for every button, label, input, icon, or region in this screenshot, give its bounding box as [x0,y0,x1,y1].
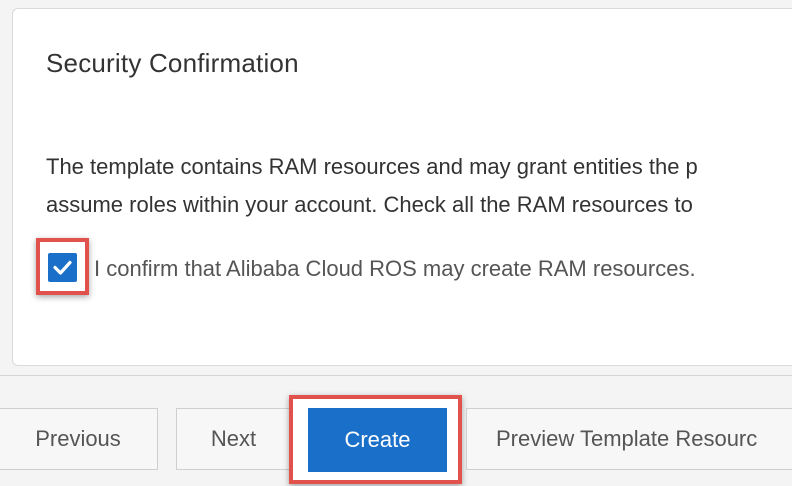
preview-template-resources-button[interactable]: Preview Template Resourc [466,408,792,470]
security-description: The template contains RAM resources and … [46,148,792,224]
previous-button[interactable]: Previous [0,408,158,470]
footer-divider [0,375,792,376]
confirm-checkbox[interactable] [48,253,77,282]
create-button-highlight: Create [289,395,462,484]
description-line-2: assume roles within your account. Check … [46,192,693,217]
checkmark-icon [53,260,72,275]
checkbox-highlight [36,238,89,295]
description-line-1: The template contains RAM resources and … [46,154,698,179]
create-button[interactable]: Create [308,408,447,472]
next-button[interactable]: Next [176,408,291,470]
section-title: Security Confirmation [46,48,299,78]
confirm-label[interactable]: I confirm that Alibaba Cloud ROS may cre… [94,256,696,282]
